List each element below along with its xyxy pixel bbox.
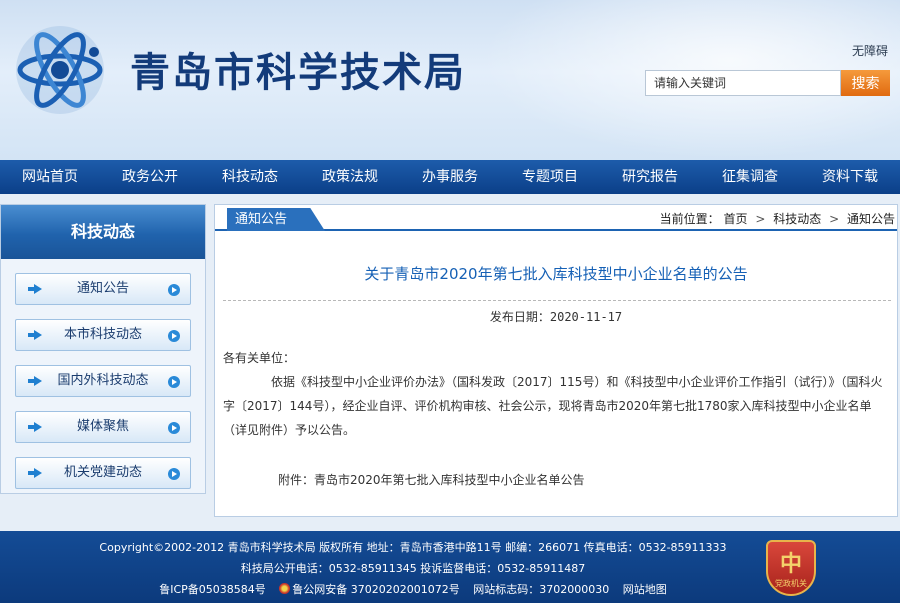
play-circle-icon [168, 468, 180, 480]
play-circle-icon [168, 330, 180, 342]
main-nav: 网站首页 政务公开 科技动态 政策法规 办事服务 专题项目 研究报告 征集调查 … [0, 160, 900, 194]
site-title: 青岛市科学技术局 [130, 50, 466, 96]
content-header: 通知公告 当前位置： 首页 > 科技动态 > 通知公告 [215, 205, 897, 231]
main-content: 通知公告 当前位置： 首页 > 科技动态 > 通知公告 关于青岛市2020年第七… [214, 204, 898, 517]
footer-copyright: Copyright©2002-2012 青岛市科学技术局 版权所有 地址：青岛市… [99, 541, 727, 554]
breadcrumb-separator: > [755, 212, 766, 226]
search-input[interactable] [645, 70, 841, 96]
search-button[interactable]: 搜索 [841, 70, 890, 96]
sitemap-link[interactable]: 网站地图 [623, 583, 667, 596]
sidebar-item-label: 本市科技动态 [63, 327, 142, 342]
nav-item-tech-news[interactable]: 科技动态 [200, 160, 300, 194]
footer-registration: 鲁ICP备05038584号 鲁公网安备 37020202001072号 网站标… [0, 581, 826, 597]
nav-item-surveys[interactable]: 征集调查 [700, 160, 800, 194]
nav-item-reports[interactable]: 研究报告 [600, 160, 700, 194]
sidebar-item-label: 机关党建动态 [63, 465, 142, 480]
nav-item-government-affairs[interactable]: 政务公开 [100, 160, 200, 194]
breadcrumb: 当前位置： 首页 > 科技动态 > 通知公告 [660, 210, 895, 227]
sidebar-item-label: 国内外科技动态 [57, 373, 149, 388]
play-circle-icon [168, 376, 180, 388]
sidebar: 科技动态 通知公告 本市科技动态 国内外科技动态 媒体聚焦 机关党建动态 [0, 204, 206, 494]
atom-logo-icon[interactable] [12, 22, 108, 118]
icp-link[interactable]: 鲁ICP备05038584号 [159, 583, 266, 596]
section-tab: 通知公告 [227, 208, 325, 231]
title-divider [223, 300, 891, 301]
publish-date: 发布日期：2020-11-17 [489, 310, 623, 324]
nav-item-projects[interactable]: 专题项目 [500, 160, 600, 194]
sidebar-item-party-building[interactable]: 机关党建动态 [15, 457, 191, 489]
nav-item-services[interactable]: 办事服务 [400, 160, 500, 194]
breadcrumb-prefix: 当前位置： [659, 212, 720, 226]
police-registration[interactable]: 鲁公网安备 37020202001072号 [279, 583, 460, 596]
badge-glyph: 中 [779, 552, 802, 577]
nav-item-policies[interactable]: 政策法规 [300, 160, 400, 194]
site-footer: Copyright©2002-2012 青岛市科学技术局 版权所有 地址：青岛市… [0, 531, 900, 603]
nav-item-home[interactable]: 网站首页 [0, 160, 100, 194]
play-circle-icon [168, 422, 180, 434]
sidebar-item-label: 通知公告 [76, 281, 129, 296]
sidebar-item-local-news[interactable]: 本市科技动态 [15, 319, 191, 351]
article-paragraph: 依据《科技型中小企业评价办法》（国科发政〔2017〕115号）和《科技型中小企业… [223, 375, 883, 437]
sidebar-item-media[interactable]: 媒体聚焦 [15, 411, 191, 443]
attachment-link[interactable]: 附件：青岛市2020年第七批入库科技型中小企业名单公告 [278, 471, 585, 488]
police-registration-text: 鲁公网安备 37020202001072号 [292, 583, 460, 596]
accessibility-link[interactable]: 无障碍 [852, 42, 888, 59]
site-header: 青岛市科学技术局 无障碍 搜索 [0, 0, 900, 160]
sidebar-title: 科技动态 [1, 205, 205, 259]
breadcrumb-notices[interactable]: 通知公告 [847, 212, 895, 226]
article-body: 各有关单位： 依据《科技型中小企业评价办法》（国科发政〔2017〕115号）和《… [223, 346, 891, 442]
breadcrumb-tech-news[interactable]: 科技动态 [773, 212, 821, 226]
article-title: 关于青岛市2020年第七批入库科技型中小企业名单的公告 [364, 265, 748, 283]
nav-item-downloads[interactable]: 资料下载 [800, 160, 900, 194]
salutation: 各有关单位： [223, 351, 296, 365]
footer-phones: 科技局公开电话：0532-85911345 投诉监督电话：0532-859114… [240, 562, 586, 575]
breadcrumb-home[interactable]: 首页 [724, 212, 748, 226]
government-site-badge-icon[interactable]: 中 党政机关 [766, 540, 816, 596]
sidebar-item-notices[interactable]: 通知公告 [15, 273, 191, 305]
badge-text: 党政机关 [775, 579, 807, 588]
breadcrumb-separator: > [829, 212, 840, 226]
sidebar-item-label: 媒体聚焦 [76, 419, 129, 434]
sidebar-item-global-news[interactable]: 国内外科技动态 [15, 365, 191, 397]
site-code: 网站标志码：3702000030 [473, 583, 610, 596]
play-circle-icon [168, 284, 180, 296]
police-badge-icon [279, 583, 291, 594]
